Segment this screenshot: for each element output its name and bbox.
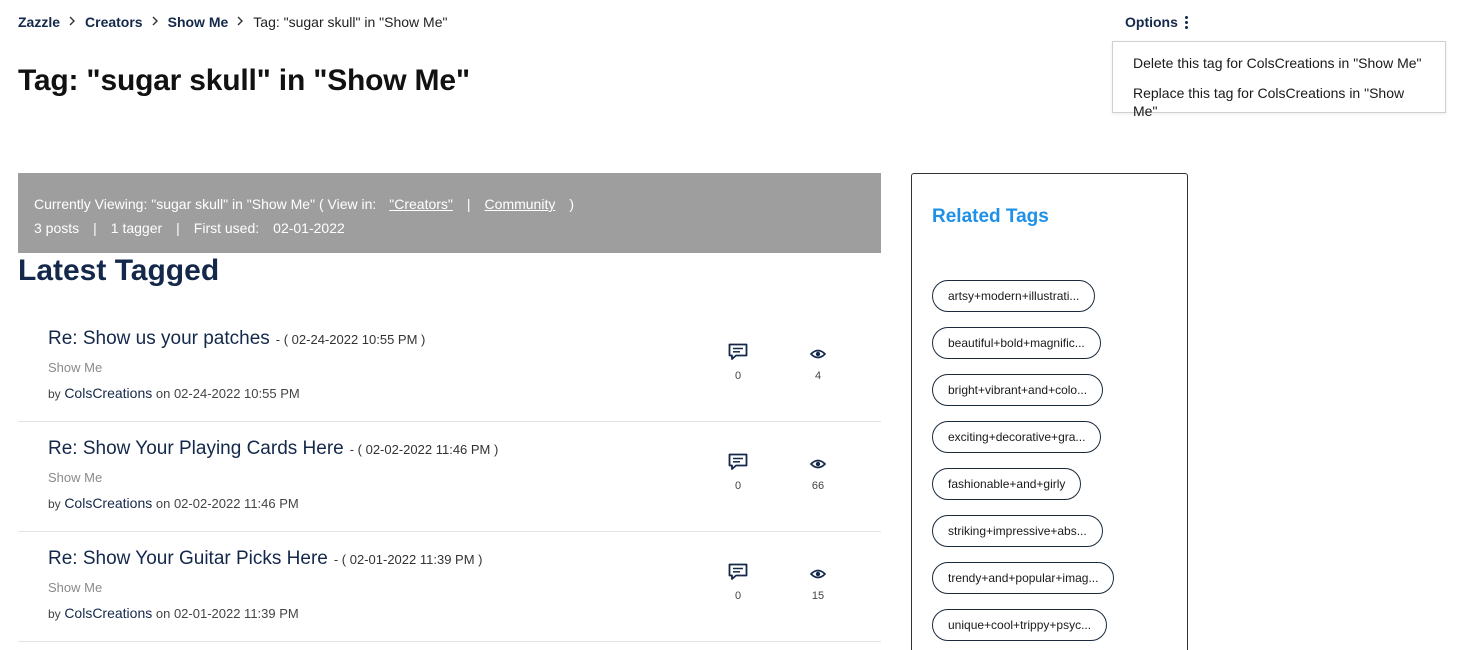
chevron-right-icon	[237, 15, 244, 29]
eye-icon	[798, 454, 838, 474]
related-tags-panel: Related Tags artsy+modern+illustrati... …	[911, 173, 1188, 650]
post-list: Re: Show us your patches - ( 02-24-2022 …	[18, 312, 881, 642]
kebab-menu-icon	[1184, 15, 1188, 29]
tag-pill[interactable]: fashionable+and+girly	[932, 468, 1082, 500]
author-link[interactable]: ColsCreations	[64, 495, 152, 511]
post-title-link[interactable]: Re: Show us your patches	[48, 328, 270, 350]
tag-pill[interactable]: beautiful+bold+magnific...	[932, 327, 1101, 359]
tag-pill[interactable]: trendy+and+popular+imag...	[932, 562, 1115, 594]
replies-stat: 0	[718, 452, 758, 492]
tag-info-box: Currently Viewing: "sugar skull" in "Sho…	[18, 173, 881, 253]
comment-icon	[718, 342, 758, 362]
views-stat: 4	[798, 344, 838, 382]
eye-icon	[798, 564, 838, 584]
by-label: by	[48, 497, 61, 511]
eye-icon	[798, 344, 838, 364]
breadcrumb-zazzle[interactable]: Zazzle	[18, 14, 60, 30]
post-meta-date: on 02-02-2022 11:46 PM	[155, 496, 299, 511]
posts-count: 3 posts	[34, 220, 80, 236]
tag-pill[interactable]: artsy+modern+illustrati...	[932, 280, 1096, 312]
list-item: Re: Show Your Playing Cards Here - ( 02-…	[18, 422, 881, 532]
post-date: - ( 02-01-2022 11:39 PM )	[333, 552, 483, 567]
options-label: Options	[1125, 14, 1178, 30]
author-link[interactable]: ColsCreations	[64, 605, 152, 621]
replies-count: 0	[734, 480, 742, 492]
views-stat: 66	[798, 454, 838, 492]
author-link[interactable]: ColsCreations	[64, 385, 152, 401]
views-count: 4	[814, 370, 822, 382]
tagger-count: 1 tagger	[110, 220, 163, 236]
replies-stat: 0	[718, 562, 758, 602]
post-date: - ( 02-02-2022 11:46 PM )	[349, 442, 499, 457]
post-board: Show Me	[48, 470, 103, 485]
options-dropdown: Delete this tag for ColsCreations in "Sh…	[1112, 41, 1446, 119]
separator: |	[93, 220, 97, 236]
related-tags-heading: Related Tags	[932, 206, 1049, 227]
first-used-date: 02-01-2022	[273, 220, 345, 236]
chevron-right-icon	[69, 15, 76, 29]
replace-tag-menu-item[interactable]: Replace this tag for ColsCreations in "S…	[1113, 84, 1445, 119]
separator: |	[466, 196, 471, 212]
views-count: 15	[811, 590, 825, 602]
post-title-link[interactable]: Re: Show Your Playing Cards Here	[48, 438, 344, 460]
first-used-label: First used:	[193, 220, 260, 236]
post-date: - ( 02-24-2022 10:55 PM )	[275, 332, 426, 347]
comment-icon	[718, 562, 758, 582]
view-in-community-link[interactable]: Community	[485, 196, 556, 212]
close-paren: )	[569, 196, 575, 212]
tag-pill[interactable]: unique+cool+trippy+psyc...	[932, 609, 1108, 641]
comment-icon	[718, 452, 758, 472]
breadcrumb-show-me[interactable]: Show Me	[168, 14, 229, 30]
post-meta-date: on 02-24-2022 10:55 PM	[155, 386, 300, 401]
tag-pill[interactable]: striking+impressive+abs...	[932, 515, 1103, 547]
list-item: Re: Show Your Guitar Picks Here - ( 02-0…	[18, 532, 881, 642]
replies-count: 0	[734, 590, 742, 602]
list-item: Re: Show us your patches - ( 02-24-2022 …	[18, 312, 881, 422]
options-button[interactable]: Options	[1125, 14, 1188, 30]
delete-tag-menu-item[interactable]: Delete this tag for ColsCreations in "Sh…	[1113, 54, 1445, 84]
replies-stat: 0	[718, 342, 758, 382]
post-meta-date: on 02-01-2022 11:39 PM	[155, 606, 299, 621]
by-label: by	[48, 387, 61, 401]
tag-pill[interactable]: bright+vibrant+and+colo...	[932, 374, 1104, 406]
views-stat: 15	[798, 564, 838, 602]
post-board: Show Me	[48, 360, 103, 375]
view-in-creators-link[interactable]: "Creators"	[389, 196, 453, 212]
latest-tagged-heading: Latest Tagged	[18, 254, 220, 287]
separator: |	[176, 220, 180, 236]
chevron-right-icon	[152, 15, 159, 29]
breadcrumb-creators[interactable]: Creators	[85, 14, 143, 30]
post-title-link[interactable]: Re: Show Your Guitar Picks Here	[48, 548, 328, 570]
views-count: 66	[811, 480, 825, 492]
replies-count: 0	[734, 370, 742, 382]
by-label: by	[48, 607, 61, 621]
breadcrumb-current: Tag: "sugar skull" in "Show Me"	[253, 14, 448, 30]
currently-viewing-text: Currently Viewing: "sugar skull" in "Sho…	[34, 196, 377, 212]
page-title: Tag: "sugar skull" in "Show Me"	[18, 64, 470, 97]
breadcrumb: Zazzle Creators Show Me Tag: "sugar skul…	[18, 14, 447, 30]
tag-pill[interactable]: exciting+decorative+gra...	[932, 421, 1102, 453]
post-board: Show Me	[48, 580, 103, 595]
